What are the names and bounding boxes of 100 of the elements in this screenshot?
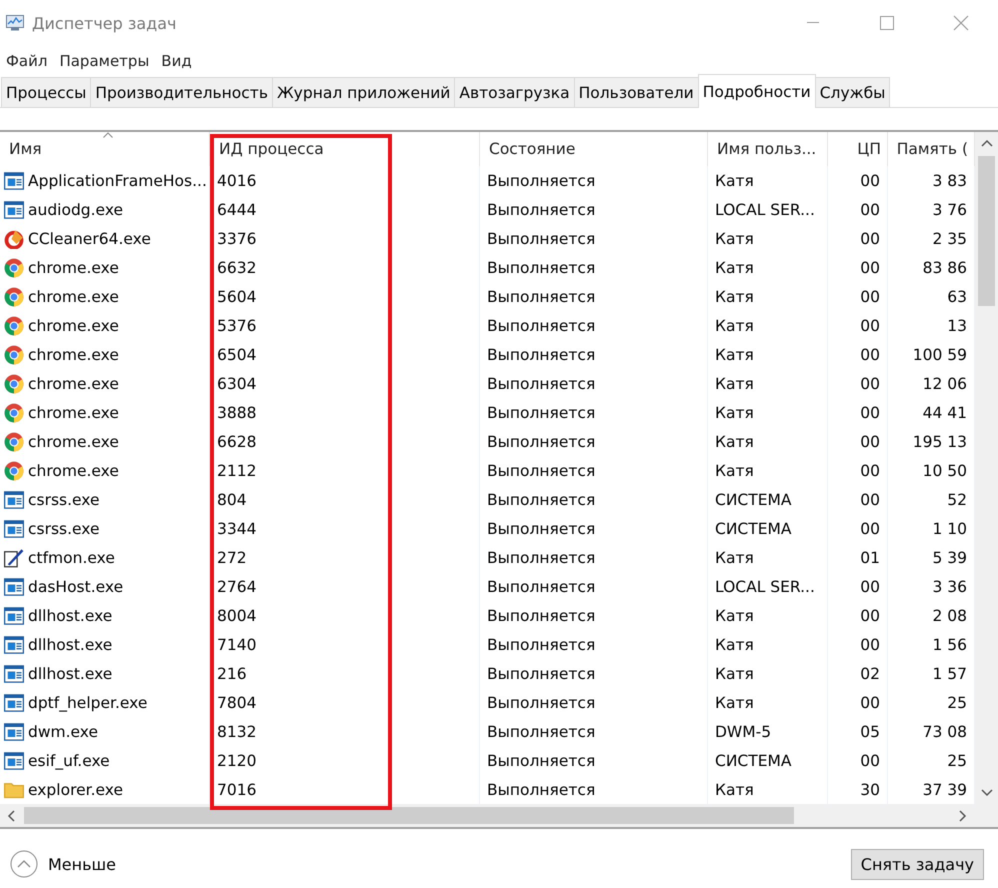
table-cell: 3 83: [932, 172, 967, 190]
table-cell: 30: [860, 780, 880, 798]
table-cell: 1 57: [932, 664, 967, 682]
table-cell: 00: [860, 490, 880, 508]
chrome-icon: [4, 402, 24, 422]
app-window-icon: [4, 692, 24, 712]
table-cell: 1 10: [932, 520, 967, 538]
chrome-icon: [4, 374, 24, 394]
table-cell: chrome.exe: [28, 346, 119, 364]
table-cell: 3 36: [932, 578, 967, 596]
table-cell: 00: [860, 288, 880, 306]
table-cell: 00: [860, 172, 880, 190]
table-cell: 00: [860, 200, 880, 218]
table-cell: 13: [947, 316, 967, 334]
end-task-button[interactable]: Снять задачу: [850, 848, 984, 880]
scroll-thumb[interactable]: [24, 807, 794, 824]
table-cell: 5 39: [932, 548, 967, 566]
table-cell: 44 41: [922, 404, 967, 422]
tab[interactable]: Производительность: [90, 77, 273, 107]
table-cell: Выполняется: [487, 722, 596, 740]
table-cell: 2 35: [932, 230, 967, 248]
chevron-circle-icon: [10, 850, 38, 878]
horizontal-scrollbar[interactable]: [0, 804, 998, 829]
table-cell: 63: [947, 288, 967, 306]
menu-item[interactable]: Файл: [2, 52, 52, 70]
column-header[interactable]: ИД процесса: [210, 132, 480, 166]
table-cell: Катя: [715, 346, 754, 364]
table-cell: dptf_helper.exe: [28, 694, 148, 712]
table-cell: Выполняется: [487, 230, 596, 248]
table-cell: 00: [860, 374, 880, 392]
table-cell: 1 56: [932, 636, 967, 654]
table-cell: Катя: [715, 404, 754, 422]
table-cell: Выполняется: [487, 288, 596, 306]
table-cell: ApplicationFrameHos...: [28, 172, 207, 190]
scroll-thumb[interactable]: [978, 156, 995, 306]
column-header[interactable]: Состояние: [480, 132, 708, 166]
table-cell: 10 50: [922, 462, 967, 480]
app-window-icon: [4, 170, 24, 190]
table-cell: Катя: [715, 316, 754, 334]
table-cell: 83 86: [922, 258, 967, 276]
column-header[interactable]: Имя: [0, 132, 210, 166]
fewer-details-button[interactable]: Меньше: [10, 850, 116, 878]
table-cell: 00: [860, 520, 880, 538]
app-window-icon: [4, 490, 24, 510]
table-cell: Выполняется: [487, 520, 596, 538]
table-cell: dasHost.exe: [28, 578, 124, 596]
table-cell: 00: [860, 462, 880, 480]
tab[interactable]: Пользователи: [574, 77, 699, 107]
table-cell: DWM-5: [715, 722, 772, 740]
table-cell: 216: [217, 664, 247, 682]
table-cell: Катя: [715, 230, 754, 248]
table-cell: Катя: [715, 258, 754, 276]
table-cell: 00: [860, 230, 880, 248]
table-cell: 2764: [217, 578, 256, 596]
app-window-icon: [4, 576, 24, 596]
vertical-scrollbar[interactable]: [975, 132, 998, 804]
table-cell: audiodg.exe: [28, 200, 124, 218]
table-cell: Катя: [715, 374, 754, 392]
tab[interactable]: Процессы: [1, 77, 92, 107]
table-cell: 4016: [217, 172, 256, 190]
table-cell: Катя: [715, 432, 754, 450]
minimize-icon: [807, 22, 819, 24]
table-cell: Катя: [715, 694, 754, 712]
column-header[interactable]: Имя польз...: [708, 132, 828, 166]
table-cell: Катя: [715, 288, 754, 306]
task-manager-icon: [6, 15, 24, 31]
table-cell: 3 76: [932, 200, 967, 218]
table-cell: Выполняется: [487, 404, 596, 422]
tab[interactable]: Подробности: [698, 74, 816, 108]
table-cell: 02: [860, 664, 880, 682]
table-cell: 6628: [217, 432, 256, 450]
menu-item[interactable]: Вид: [157, 52, 196, 70]
table-cell: LOCAL SER...: [715, 200, 815, 218]
table-cell: 195 13: [912, 432, 967, 450]
table-cell: 7140: [217, 636, 256, 654]
table-cell: 00: [860, 432, 880, 450]
tab[interactable]: Автозагрузка: [454, 77, 575, 107]
table-cell: 12 06: [922, 374, 967, 392]
close-icon: [953, 15, 969, 31]
table-cell: chrome.exe: [28, 432, 119, 450]
table-cell: 7016: [217, 780, 256, 798]
table-cell: 3376: [217, 230, 256, 248]
table-cell: 00: [860, 346, 880, 364]
table-cell: chrome.exe: [28, 404, 119, 422]
chrome-icon: [4, 460, 24, 480]
table-cell: explorer.exe: [28, 780, 124, 798]
column-header[interactable]: ЦП: [828, 132, 888, 166]
table-cell: Катя: [715, 636, 754, 654]
tab[interactable]: Журнал приложений: [272, 77, 456, 107]
menu-item[interactable]: Параметры: [55, 52, 154, 70]
table-cell: Катя: [715, 606, 754, 624]
table-cell: СИСТЕМА: [715, 752, 792, 770]
broom-c-icon: [4, 228, 24, 248]
tab[interactable]: Службы: [814, 77, 890, 107]
table-cell: 6632: [217, 258, 256, 276]
table-cell: Выполняется: [487, 490, 596, 508]
table-cell: СИСТЕМА: [715, 490, 792, 508]
table-cell: Катя: [715, 172, 754, 190]
table-cell: 6304: [217, 374, 256, 392]
table-cell: 00: [860, 752, 880, 770]
